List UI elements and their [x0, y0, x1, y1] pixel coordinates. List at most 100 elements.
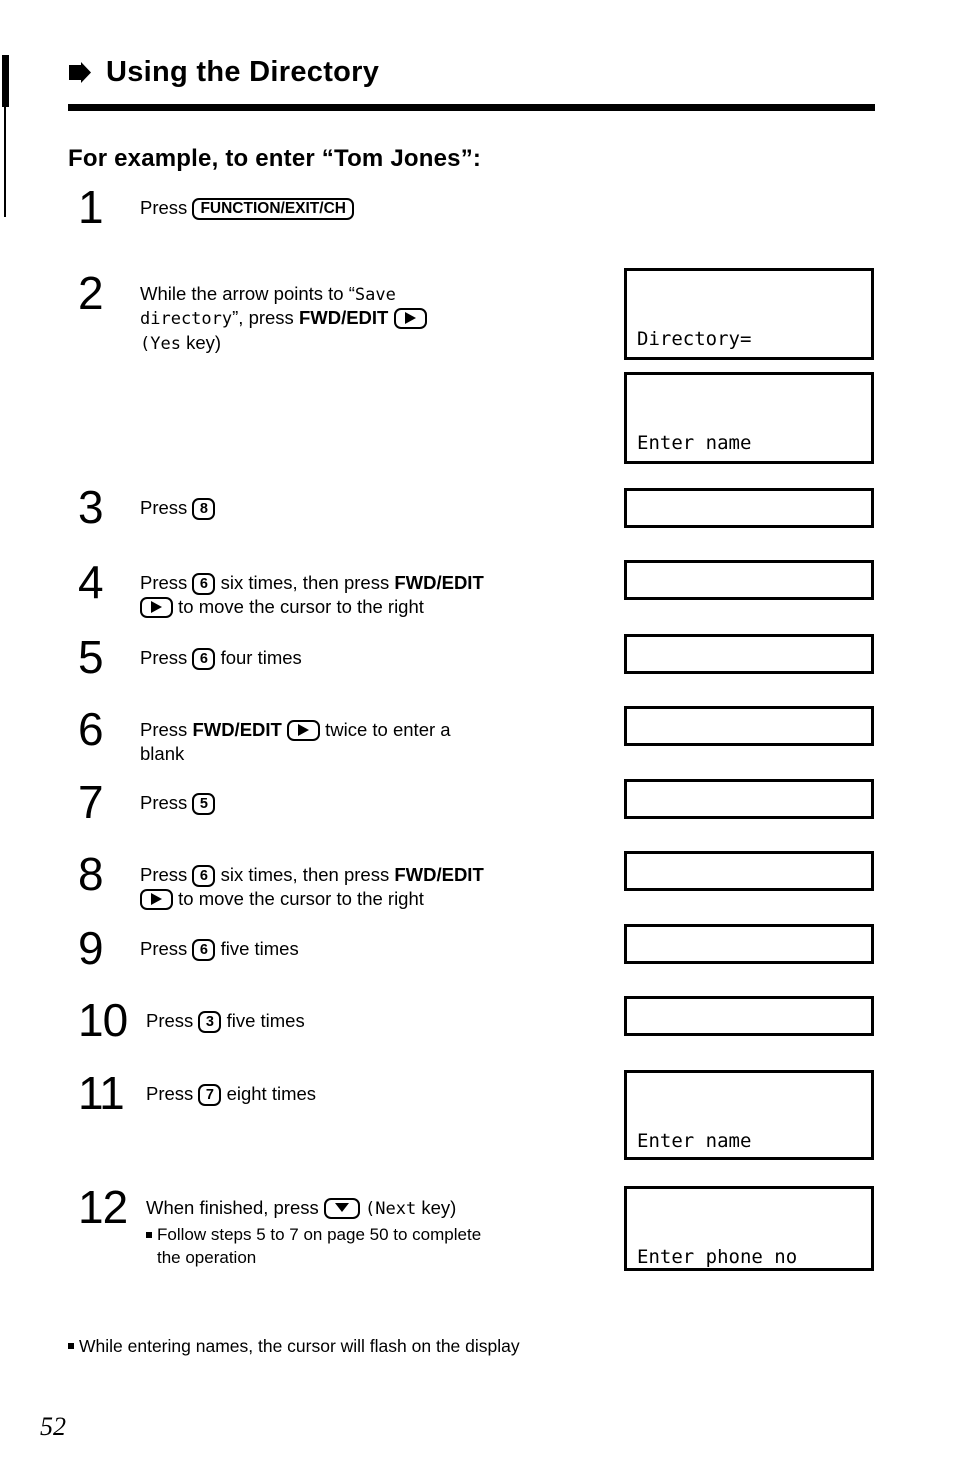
step-item-6: 6 Press FWD/EDIT twice to enter a blank: [78, 703, 618, 767]
keycap-digit-6[interactable]: 6: [192, 573, 216, 595]
footnote: While entering names, the cursor will fl…: [68, 1336, 520, 1357]
header-row: Using the Directory: [68, 58, 878, 87]
step-press-label: Press: [140, 647, 193, 668]
step-item-9: 9 Press 6 five times: [78, 922, 618, 974]
display-directory-count: Directory= 20 items: [624, 268, 874, 360]
keycap-digit-7[interactable]: 7: [198, 1084, 222, 1106]
step-press-label: Press: [140, 792, 193, 813]
step-text: Press 5: [140, 781, 618, 815]
keycap-function-exit-ch[interactable]: FUNCTION/EXIT/CH: [192, 198, 354, 220]
keycap-fwd-edit-right[interactable]: [140, 889, 173, 911]
step10-after-key: five times: [221, 1010, 305, 1031]
keycap-fwd-edit-right[interactable]: [393, 308, 427, 330]
step-item-4: 4 Press 6 six times, then press FWD/EDIT…: [78, 556, 618, 620]
step-item-2: 2 While the arrow points to “Save direct…: [78, 267, 618, 355]
keycap-digit-3[interactable]: 3: [198, 1011, 222, 1033]
keycap-digit-6[interactable]: 6: [192, 648, 216, 670]
display-tom-j: Tom Jˌ: [624, 779, 874, 819]
step-number: 8: [78, 848, 104, 900]
lcd-line: Directory=: [637, 328, 752, 350]
display-enter-phone: Enter phone no: [624, 1186, 874, 1271]
step-item-5: 5 Press 6 four times: [78, 631, 618, 683]
step12-substep: Follow steps 5 to 7 on page 50 to comple…: [146, 1224, 618, 1268]
step-text: Press 7 eight times: [146, 1072, 618, 1106]
step-press-label: Press: [140, 572, 193, 593]
step-number: 10: [78, 994, 128, 1046]
step12-key-word: key): [416, 1197, 457, 1218]
step-number: 5: [78, 631, 104, 683]
step2-key-word: key): [180, 331, 222, 353]
step-number: 6: [78, 703, 104, 755]
step-text: Press 3 five times: [146, 999, 618, 1033]
step6-tail2: blank: [140, 743, 185, 765]
step2-yes-word: (Yes: [140, 333, 181, 354]
step-press-label: Press: [140, 864, 193, 885]
step4-fwd-edit-label: FWD/EDIT: [394, 572, 484, 593]
step-number: 3: [78, 481, 104, 533]
step9-after-key: five times: [215, 938, 299, 959]
step6-tail: twice to enter a: [319, 719, 451, 740]
step12-lead: When finished, press: [146, 1197, 324, 1218]
step12-next-word: (Next: [365, 1199, 417, 1219]
keycap-fwd-edit-right[interactable]: [140, 597, 173, 619]
step-number: 1: [78, 181, 104, 233]
step-item-7: 7 Press 5: [78, 776, 618, 828]
step-text: Press 6 four times: [140, 636, 618, 670]
step-text: Press 6 six times, then press FWD/EDIT t…: [140, 853, 618, 912]
step11-after-key: eight times: [221, 1083, 317, 1104]
step-item-10: 10 Press 3 five times: [78, 994, 618, 1046]
step2-fwd-edit-label: FWD/EDIT: [298, 307, 389, 329]
display-tom-jon: Tom Jonˋ: [624, 924, 874, 964]
step-text: Press FUNCTION/EXIT/CH: [140, 186, 618, 220]
step-press-label: Press: [140, 719, 193, 740]
display-tom-jone: Tom Jonē: [624, 996, 874, 1036]
step-item-1: 1 Press FUNCTION/EXIT/CH: [78, 181, 618, 233]
lcd-line-title: Enter name: [637, 432, 752, 454]
page-number: 52: [40, 1412, 66, 1441]
display-t: T: [624, 488, 874, 528]
step-text: Press 6 six times, then press FWD/EDIT t…: [140, 561, 618, 620]
step-number: 9: [78, 922, 104, 974]
step-text: While the arrow points to “Save director…: [140, 272, 618, 355]
display-enter-name-full: Enter name Tom Jones' ◀▶ ▼=Next: [624, 1070, 874, 1160]
step-press-label: Press: [140, 497, 193, 518]
step-item-8: 8 Press 6 six times, then press FWD/EDIT…: [78, 848, 618, 912]
step12-substep-line1: Follow steps 5 to 7 on page 50 to comple…: [157, 1225, 482, 1245]
step-item-12: 12 When finished, press (Next key) Follo…: [78, 1181, 618, 1269]
step-number: 12: [78, 1181, 128, 1233]
right-arrow-flag-icon: [68, 61, 92, 84]
step-text: When finished, press (Next key) Follow s…: [146, 1186, 618, 1269]
step-text: Press 8: [140, 486, 618, 520]
step-press-label: Press: [140, 938, 193, 959]
step-press-label: Press: [146, 1083, 199, 1104]
step-number: 11: [78, 1067, 125, 1119]
page-tab-marker-thick: [2, 55, 9, 107]
bullet-square-icon: [68, 1343, 74, 1349]
keycap-digit-6[interactable]: 6: [192, 865, 216, 887]
step-number: 4: [78, 556, 104, 608]
step-text: Press FWD/EDIT twice to enter a blank: [140, 708, 618, 767]
display-tom-jo: Tom Jo[ˌ: [624, 851, 874, 891]
keycap-digit-5[interactable]: 5: [192, 793, 216, 815]
step4-tail: to move the cursor to the right: [173, 596, 424, 618]
keycap-next-down[interactable]: [323, 1198, 360, 1219]
page-header: Using the Directory: [68, 58, 878, 111]
step2-line1-text: While the arrow points to “: [140, 283, 355, 304]
step2-save-word: Save: [354, 285, 396, 305]
step-number: 7: [78, 776, 104, 828]
step-number: 2: [78, 267, 104, 319]
page-tab-marker-thin: [4, 107, 6, 217]
keycap-fwd-edit-right[interactable]: [286, 720, 320, 741]
page-title: Using the Directory: [106, 56, 380, 88]
step8-fwd-edit-label: FWD/EDIT: [394, 864, 484, 885]
bullet-square-icon: [146, 1232, 152, 1239]
step2-directory-word: directory: [140, 309, 233, 330]
lcd-line-title: Enter name: [637, 1130, 752, 1152]
step-item-3: 3 Press 8: [78, 481, 618, 533]
step5-after-key: four times: [215, 647, 302, 668]
step8-tail: to move the cursor to the right: [173, 888, 424, 910]
display-to-cursor: To_⌐: [624, 560, 874, 600]
keycap-digit-8[interactable]: 8: [192, 498, 216, 520]
step12-substep-line2: the operation: [157, 1247, 257, 1267]
keycap-digit-6[interactable]: 6: [192, 939, 216, 961]
